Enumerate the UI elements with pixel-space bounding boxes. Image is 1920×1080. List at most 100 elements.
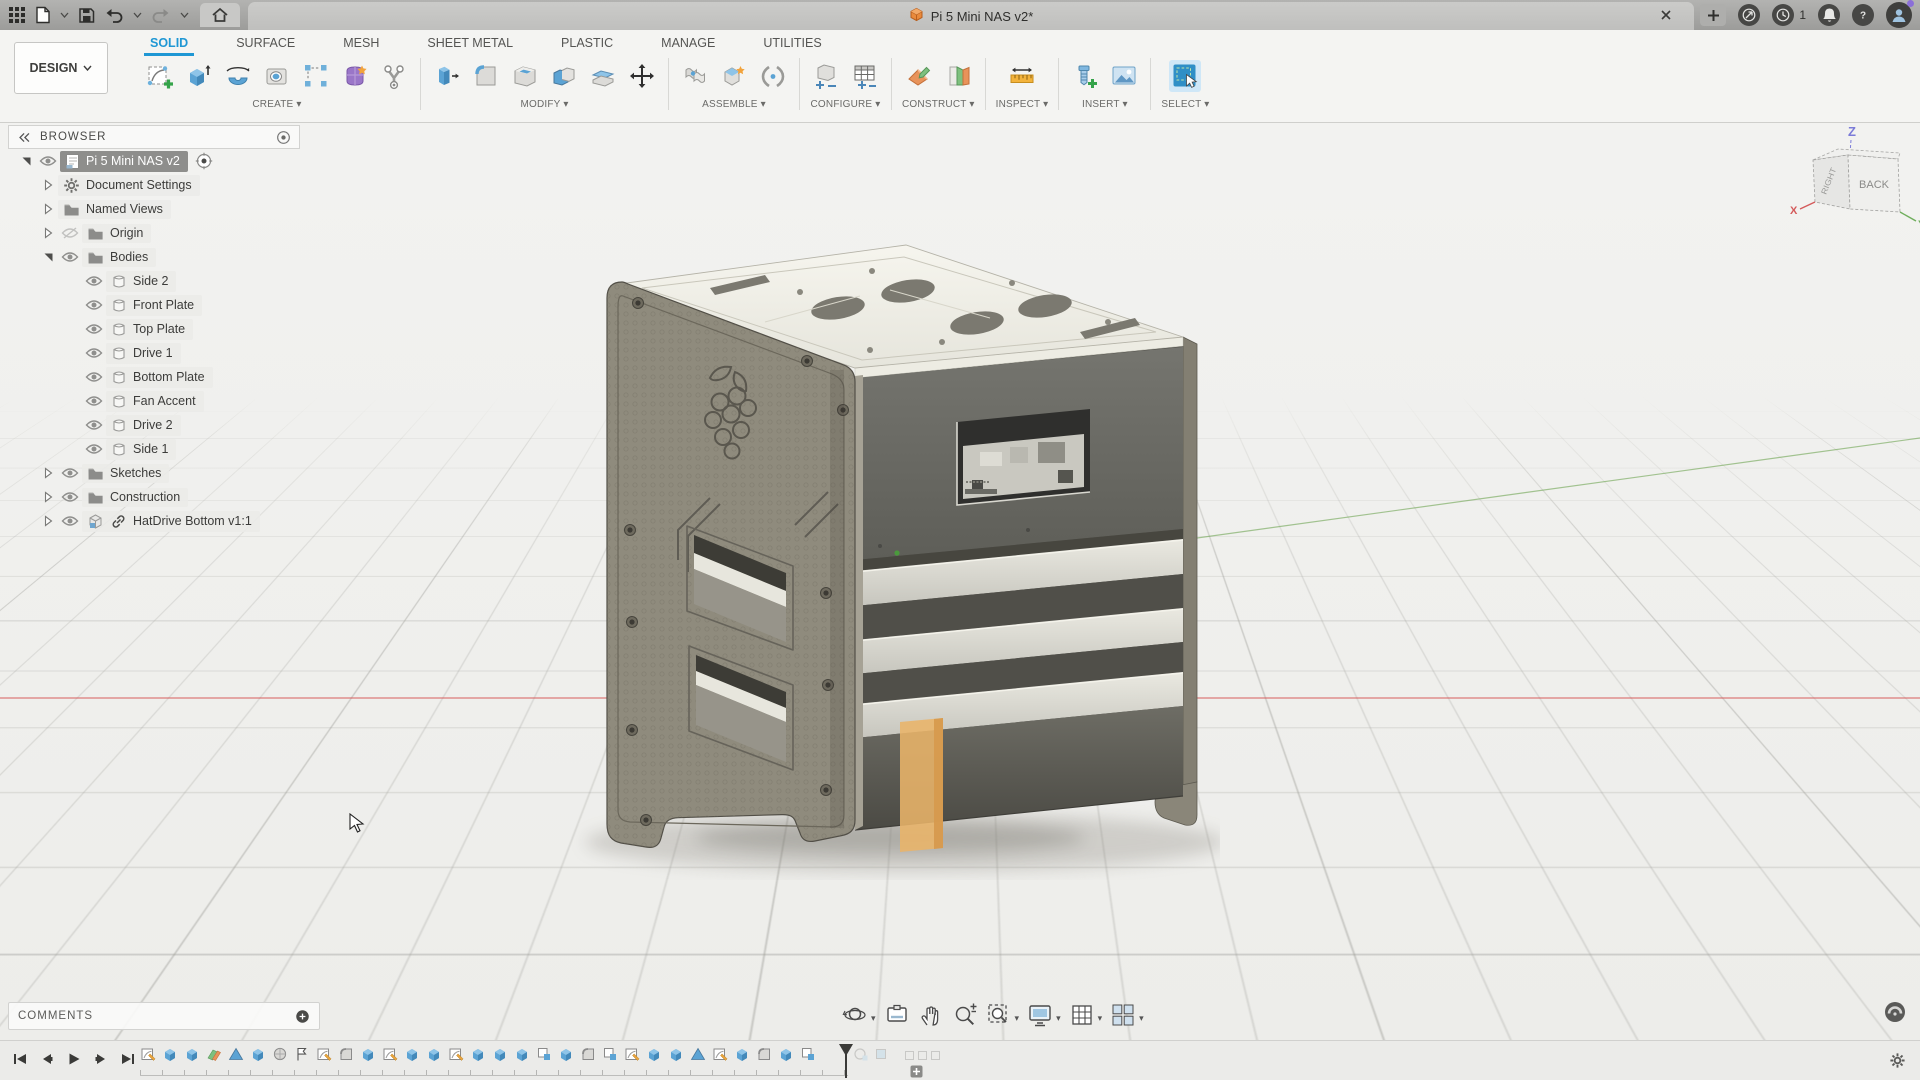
chevron-down-icon[interactable]: ▾ bbox=[871, 1013, 876, 1024]
save-icon[interactable] bbox=[78, 7, 95, 24]
front-plate-dark-panel[interactable] bbox=[855, 347, 1183, 560]
eye-icon[interactable] bbox=[58, 466, 82, 480]
close-tab-icon[interactable] bbox=[1660, 9, 1672, 24]
new-document-tab-button[interactable] bbox=[1700, 4, 1726, 26]
item-chip[interactable]: Front Plate bbox=[106, 295, 202, 316]
expander-icon[interactable] bbox=[38, 202, 58, 216]
timeline-feature-flag[interactable] bbox=[294, 1046, 310, 1062]
joint-icon[interactable] bbox=[679, 60, 711, 92]
timeline-feature-loft[interactable] bbox=[228, 1046, 244, 1062]
item-chip[interactable]: Construction bbox=[82, 488, 188, 507]
redo-icon[interactable] bbox=[151, 7, 171, 23]
timeline-feature-extrude[interactable] bbox=[558, 1046, 574, 1062]
jobs-button[interactable] bbox=[1772, 4, 1794, 26]
pan-tool[interactable] bbox=[916, 1000, 946, 1030]
select-icon[interactable] bbox=[1169, 60, 1201, 92]
combine-icon[interactable] bbox=[548, 60, 580, 92]
browser-item-front-plate[interactable]: Front Plate bbox=[8, 293, 300, 317]
viewcube[interactable]: Z BACK RIGHT X Y bbox=[1788, 112, 1920, 237]
timeline-feature-sketch[interactable] bbox=[624, 1046, 640, 1062]
eye-icon[interactable] bbox=[36, 154, 60, 168]
group-label-construct[interactable]: CONSTRUCT ▾ bbox=[902, 99, 975, 110]
undo-icon[interactable] bbox=[104, 7, 124, 23]
avatar-button[interactable] bbox=[1886, 2, 1912, 28]
canvas-icon[interactable] bbox=[1108, 60, 1140, 92]
timeline-feature-sketch[interactable] bbox=[712, 1046, 728, 1062]
timeline-feature-extrude[interactable] bbox=[360, 1046, 376, 1062]
insert-fastener-icon[interactable] bbox=[1069, 60, 1101, 92]
browser-item-sketches[interactable]: Sketches bbox=[8, 461, 300, 485]
viewports-tool[interactable]: ▾ bbox=[1108, 1000, 1146, 1030]
workspace-selector[interactable]: DESIGN bbox=[14, 42, 108, 94]
expander-icon[interactable] bbox=[38, 514, 58, 528]
eye-icon[interactable] bbox=[82, 346, 106, 360]
group-label-modify[interactable]: MODIFY ▾ bbox=[520, 99, 568, 110]
group-label-insert[interactable]: INSERT ▾ bbox=[1082, 99, 1128, 110]
add-comment-icon[interactable] bbox=[295, 1009, 310, 1024]
item-chip[interactable]: Top Plate bbox=[106, 319, 193, 340]
item-chip[interactable]: Document Settings bbox=[58, 175, 200, 196]
eye-icon[interactable] bbox=[58, 514, 82, 528]
timeline-feature-extrude[interactable] bbox=[162, 1046, 178, 1062]
performance-badge[interactable] bbox=[1884, 1001, 1906, 1023]
eye-icon[interactable] bbox=[58, 250, 82, 264]
chevron-down-icon[interactable]: ▾ bbox=[1015, 1013, 1020, 1024]
expander-icon[interactable] bbox=[38, 226, 58, 240]
tab-utilities[interactable]: UTILITIES bbox=[761, 32, 823, 54]
browser-item-side-2[interactable]: Side 2 bbox=[8, 269, 300, 293]
eye-icon[interactable] bbox=[82, 298, 106, 312]
grid-display-tool[interactable]: ▾ bbox=[1067, 1000, 1105, 1030]
browser-item-origin[interactable]: Origin bbox=[8, 221, 300, 245]
item-chip[interactable]: Bottom Plate bbox=[106, 367, 213, 388]
timeline-feature-fillet[interactable] bbox=[580, 1046, 596, 1062]
side-panel-left[interactable] bbox=[607, 282, 855, 847]
timeline-feature-extrude[interactable] bbox=[404, 1046, 420, 1062]
eye-icon[interactable] bbox=[82, 394, 106, 408]
timeline-feature-extrude[interactable] bbox=[734, 1046, 750, 1062]
tab-sheet-metal[interactable]: SHEET METAL bbox=[425, 32, 515, 54]
group-label-configure[interactable]: CONFIGURE ▾ bbox=[811, 99, 881, 110]
timeline-feature-extrude[interactable] bbox=[668, 1046, 684, 1062]
generative-icon[interactable] bbox=[378, 60, 410, 92]
bell-button[interactable] bbox=[1818, 4, 1840, 26]
group-label-create[interactable]: CREATE ▾ bbox=[252, 99, 301, 110]
create-sketch-icon[interactable] bbox=[144, 60, 176, 92]
eye-icon[interactable] bbox=[58, 226, 82, 240]
display-tool[interactable]: ▾ bbox=[1025, 1000, 1063, 1030]
orbit-tool[interactable]: ▾ bbox=[840, 1000, 878, 1030]
expander-icon[interactable] bbox=[38, 466, 58, 480]
activate-component-icon[interactable] bbox=[192, 152, 216, 170]
shell-icon[interactable] bbox=[509, 60, 541, 92]
group-label-select[interactable]: SELECT ▾ bbox=[1161, 99, 1209, 110]
timeline-feature-extrude[interactable] bbox=[778, 1046, 794, 1062]
browser-item-drive-1[interactable]: Drive 1 bbox=[8, 341, 300, 365]
new-component-icon[interactable] bbox=[718, 60, 750, 92]
help-button[interactable]: ? bbox=[1852, 4, 1874, 26]
expander-icon[interactable] bbox=[38, 178, 58, 192]
chevron-down-icon[interactable]: ▾ bbox=[1056, 1013, 1061, 1024]
timeline-feature-sketch[interactable] bbox=[448, 1046, 464, 1062]
revolve-icon[interactable] bbox=[222, 60, 254, 92]
selected-standoff-highlight[interactable] bbox=[900, 718, 943, 852]
press-pull-icon[interactable] bbox=[431, 60, 463, 92]
eye-icon[interactable] bbox=[82, 442, 106, 456]
plane-offset-icon[interactable] bbox=[903, 60, 935, 92]
zoom-tool[interactable] bbox=[950, 1000, 980, 1030]
timeline-feature-pattern[interactable] bbox=[800, 1046, 816, 1062]
timeline-feature-form[interactable] bbox=[272, 1046, 288, 1062]
item-chip[interactable]: Bodies bbox=[82, 248, 156, 267]
chevron-down-icon[interactable]: ▾ bbox=[1139, 1013, 1144, 1024]
timeline-feature-pattern[interactable] bbox=[536, 1046, 552, 1062]
tab-plastic[interactable]: PLASTIC bbox=[559, 32, 615, 54]
move-icon[interactable] bbox=[626, 60, 658, 92]
measure-icon[interactable] bbox=[1006, 60, 1038, 92]
timeline-feature-fillet[interactable] bbox=[338, 1046, 354, 1062]
timeline-feature-plane[interactable] bbox=[206, 1046, 222, 1062]
timeline-ghost-circle[interactable] bbox=[853, 1046, 869, 1062]
fit-tool[interactable]: ▾ bbox=[984, 1000, 1022, 1030]
expander-icon[interactable] bbox=[38, 490, 58, 504]
hole-icon[interactable] bbox=[261, 60, 293, 92]
timeline-feature-extrude[interactable] bbox=[492, 1046, 508, 1062]
look-at-tool[interactable] bbox=[882, 1000, 912, 1030]
timeline-step-forward-button[interactable] bbox=[91, 1048, 111, 1070]
